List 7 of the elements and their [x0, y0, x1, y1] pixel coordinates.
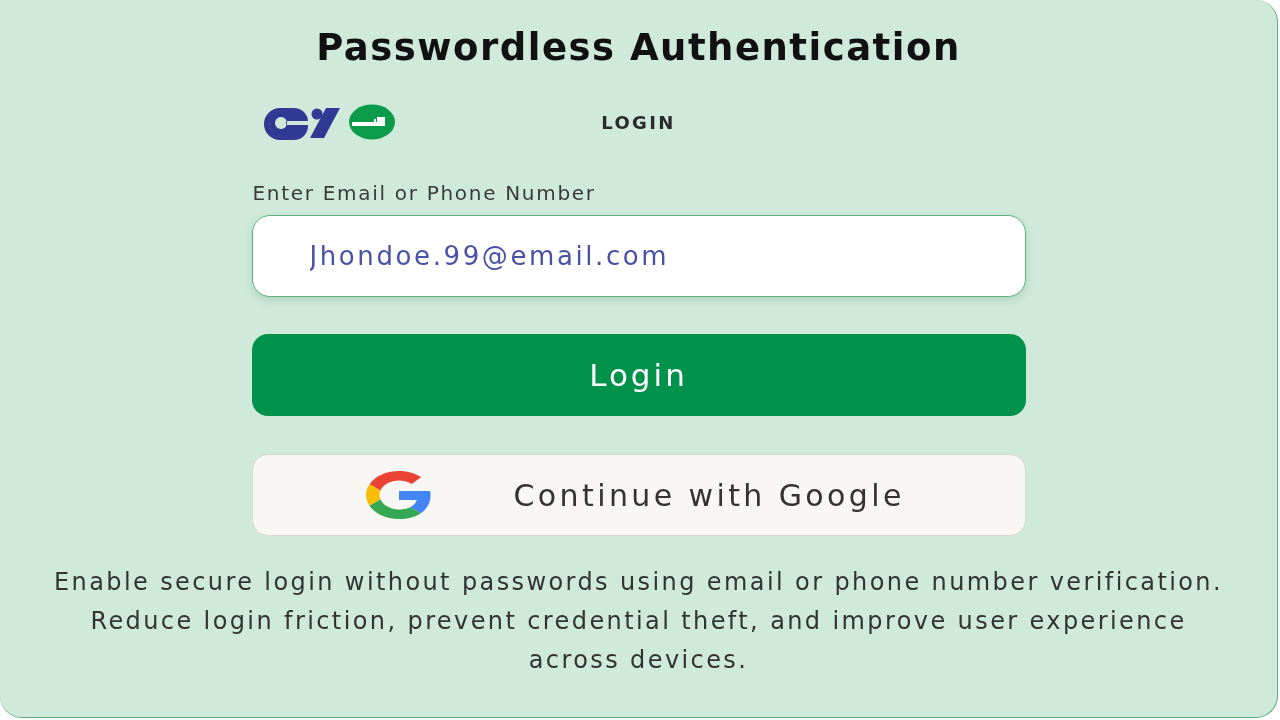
login-button[interactable]: Login: [251, 334, 1026, 416]
login-heading: LOGIN: [601, 111, 676, 133]
google-sign-in-button[interactable]: Continue with Google: [251, 454, 1026, 536]
google-logo-icon: [365, 471, 432, 519]
field-label: Enter Email or Phone Number: [251, 182, 597, 204]
description-text: Enable secure login without passwords using email or phone number verification. Reduce login friction, prevent credential theft, and improve user experience across devices.: [53, 567, 1224, 676]
page-title: Passwordless Authentication: [316, 25, 961, 71]
